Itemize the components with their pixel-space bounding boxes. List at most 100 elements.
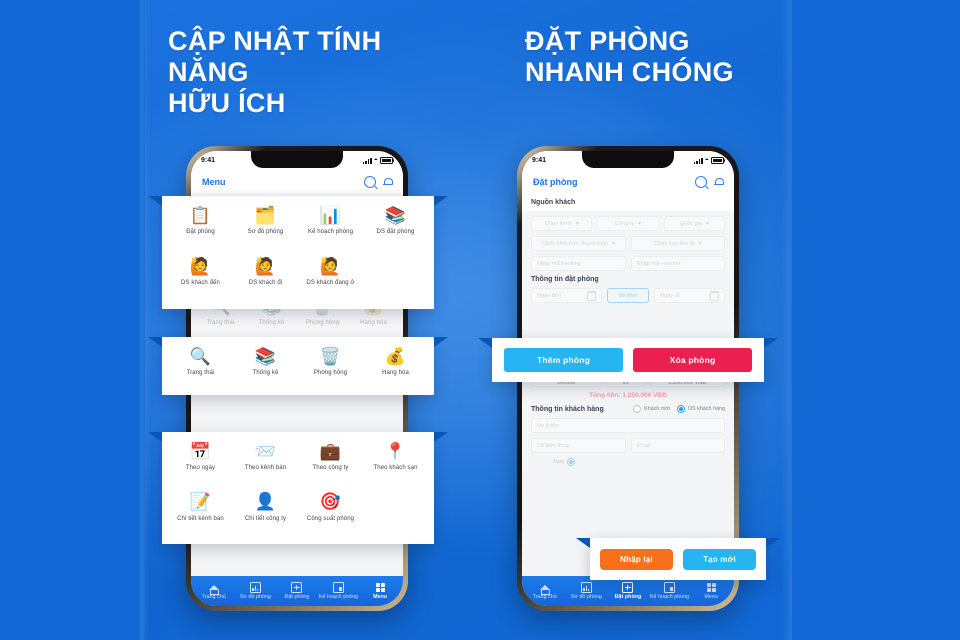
customer-phone-input[interactable]: Số điện thoại <box>531 438 626 453</box>
nav-item-trang-chu[interactable]: Trang chủ <box>524 582 566 600</box>
booking-form: Nguồn khách Chọn kênh Công ty Quốc gia C… <box>522 193 734 472</box>
trash-bin-icon: 🗑️ <box>319 346 342 366</box>
menu-item[interactable]: 📨 Theo kênh bán <box>233 440 298 486</box>
menu-item[interactable]: 📋 Đặt phòng <box>168 204 233 250</box>
nav-item-ke-hoach-phong[interactable]: Kế hoạch phòng <box>318 582 360 600</box>
menu-item[interactable]: 🔍 Trạng thái <box>168 345 233 387</box>
folder-chart-icon: 🗂️ <box>254 205 277 225</box>
menu-item[interactable]: 📚 Thống kê <box>233 345 298 387</box>
headline-left: CẬP NHẬT TÍNH NĂNG HỮU ÍCH <box>168 26 468 119</box>
headline-right-line1: ĐẶT PHÒNG <box>525 26 690 56</box>
booking-code-input[interactable]: Nhập mã booking <box>531 256 626 271</box>
menu-item-label: Đặt phòng <box>186 229 215 235</box>
person-briefcase-icon: 👤 <box>254 492 277 511</box>
nav-item-so-do-phong[interactable]: Sơ đồ phòng <box>566 582 608 600</box>
menu-item[interactable]: 📝 Chi tiết kênh bán <box>168 491 233 537</box>
wifi-icon: ◓ <box>373 157 378 164</box>
menu-item[interactable]: 📚 DS đặt phòng <box>363 204 428 250</box>
highlight-card-menu-grid-2: 🔍 Trạng thái 📚 Thống kê 🗑️ Phòng hỏng 💰 Hàng… <box>148 337 448 395</box>
nav-item-dat-phong[interactable]: Đặt phòng <box>276 582 318 600</box>
radio-ds-khach-hang[interactable]: DS khách hàng <box>677 405 725 413</box>
menu-item[interactable]: 💰 Hàng hóa <box>363 345 428 387</box>
magnifier-status-icon: 🔍 <box>189 346 212 366</box>
add-room-button[interactable]: Thêm phòng <box>504 348 623 372</box>
home-icon <box>193 582 235 595</box>
voucher-code-input[interactable]: Nhập mã voucher <box>630 256 725 271</box>
source-row-1: Chọn kênh Công ty Quốc gia <box>531 216 725 231</box>
notch <box>251 151 343 168</box>
home-icon <box>524 582 566 595</box>
checkout-date-input[interactable]: Ngày đi <box>654 288 725 303</box>
menu-item[interactable]: 🙋 DS khách đi <box>233 255 298 301</box>
nav-item-menu[interactable]: Menu <box>359 582 401 600</box>
nav-item-ke-hoach-phong[interactable]: Kế hoạch phòng <box>649 582 691 600</box>
wifi-icon: ◓ <box>704 157 709 164</box>
menu-item-label: Chi tiết kênh bán <box>177 515 224 522</box>
nav-item-trang-chu[interactable]: Trang chủ <box>193 582 235 600</box>
app-bar-title: Đặt phòng <box>533 176 578 187</box>
create-button[interactable]: Tạo mới <box>683 548 756 570</box>
notebook-pen-icon: 📝 <box>189 492 212 511</box>
search-icon[interactable] <box>695 175 707 188</box>
ribbon-fold-right <box>434 337 448 347</box>
app-bar-actions <box>364 175 393 188</box>
menu-item[interactable]: 📍 Theo khách sạn <box>363 440 428 486</box>
payment-method-select[interactable]: Chọn hình thức thanh toán <box>531 236 626 251</box>
currency-select[interactable]: Chọn loại tiền tệ <box>630 236 725 251</box>
guest-leave-icon: 🙋 <box>254 256 277 276</box>
menu-item-label: DS khách đang ở <box>306 280 355 286</box>
customer-section-header: Thông tin khách hàng Khách mới DS khách … <box>531 405 725 413</box>
calendar-box-icon <box>318 582 360 593</box>
menu-item[interactable]: 🎯 Công suất phòng <box>298 491 363 537</box>
highlight-grid-3: 📅 Theo ngày 📨 Theo kênh bán 💼 Theo công ty … <box>162 432 434 544</box>
nav-item-so-do-phong[interactable]: Sơ đồ phòng <box>235 582 277 600</box>
menu-item-label: Trạng thái <box>186 370 215 376</box>
customer-name-row: Họ & tên <box>531 418 725 433</box>
menu-item-label: Theo công ty <box>312 465 349 471</box>
menu-item-label: Phòng hỏng <box>305 320 340 326</box>
panel-right-edge <box>782 0 792 640</box>
menu-item-label: Kế hoạch phòng <box>307 229 354 235</box>
reset-button[interactable]: Nhập lại <box>600 548 673 570</box>
briefcase-icon: 💼 <box>319 441 342 461</box>
radio-nam[interactable]: Nam <box>553 458 576 466</box>
radio-khach-moi[interactable]: Khách mới <box>633 405 670 413</box>
highlight-card-menu-grid-3: 📅 Theo ngày 📨 Theo kênh bán 💼 Theo công ty … <box>148 432 448 544</box>
customer-name-input[interactable]: Họ & tên <box>531 418 725 433</box>
customer-contact-row: Số điện thoại Email <box>531 438 725 453</box>
nights-field[interactable]: 00 đêm <box>607 288 649 303</box>
nav-label: Menu <box>373 594 388 600</box>
delete-room-button[interactable]: Xóa phòng <box>633 348 752 372</box>
menu-item[interactable]: 🗂️ Sơ đồ phòng <box>233 204 298 250</box>
menu-item[interactable]: 🗑️ Phòng hỏng <box>298 345 363 387</box>
bottom-nav-right: Trang chủ Sơ đồ phòng Đặt phòng Kế hoạch… <box>522 576 734 606</box>
calendar-icon: 📅 <box>189 441 212 461</box>
menu-item-label: Theo khách sạn <box>373 465 418 471</box>
search-icon[interactable] <box>364 175 376 188</box>
menu-item[interactable]: 📊 Kế hoạch phòng <box>298 204 363 250</box>
bell-icon[interactable] <box>714 177 724 187</box>
menu-item[interactable]: 🙋 DS khách đang ở <box>298 255 363 301</box>
promo-banner: CẬP NHẬT TÍNH NĂNG HỮU ÍCH ĐẶT PHÒNG NHA… <box>0 0 960 640</box>
menu-item[interactable]: 🙋 DS khách đến <box>168 255 233 301</box>
bell-icon[interactable] <box>383 177 393 187</box>
company-select[interactable]: Công ty <box>597 216 659 231</box>
menu-item-label: Phòng hỏng <box>313 370 348 376</box>
menu-item[interactable]: 💼 Theo công ty <box>298 440 363 486</box>
customer-email-input[interactable]: Email <box>630 438 725 453</box>
app-bar-right: Đặt phòng <box>522 170 734 194</box>
menu-item[interactable]: 📅 Theo ngày <box>168 440 233 486</box>
app-bar-left: Menu <box>191 170 403 194</box>
channel-select[interactable]: Chọn kênh <box>531 216 593 231</box>
headline-right-line2: NHANH CHÓNG <box>525 57 734 87</box>
section-title-thong-tin-dat-phong: Thông tin đặt phòng <box>531 276 599 283</box>
nav-item-dat-phong[interactable]: Đặt phòng <box>607 582 649 600</box>
menu-item-label: Theo kênh bán <box>244 465 287 471</box>
checkin-date-input[interactable]: Ngày đến <box>531 288 602 303</box>
ribbon-fold-left <box>148 196 162 206</box>
status-time: 9:41 <box>532 157 547 164</box>
country-select[interactable]: Quốc gia <box>663 216 725 231</box>
nav-item-menu[interactable]: Menu <box>690 582 732 600</box>
app-bar-actions <box>695 175 724 188</box>
menu-item[interactable]: 👤 Chi tiết công ty <box>233 491 298 537</box>
